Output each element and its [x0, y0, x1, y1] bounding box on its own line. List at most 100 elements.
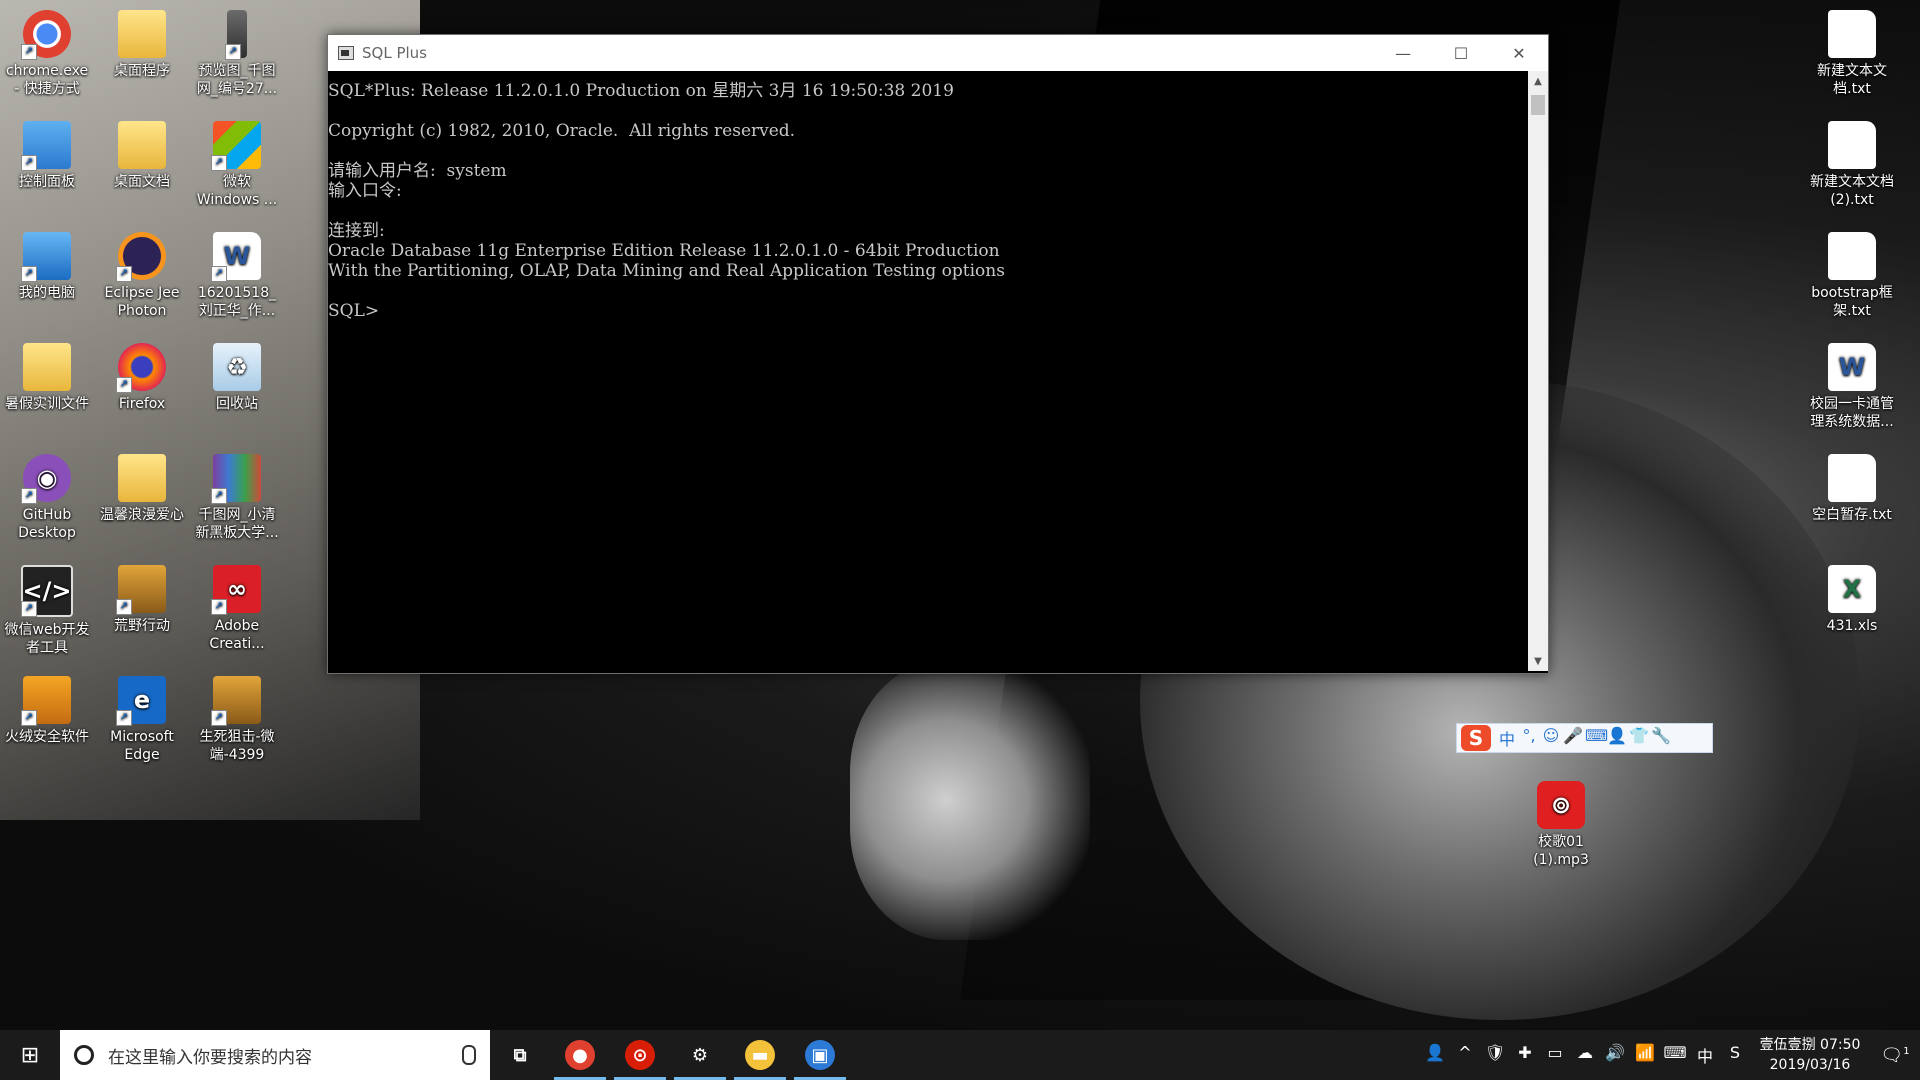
- taskbar-app-task-view[interactable]: ⧉: [490, 1030, 550, 1080]
- scroll-thumb[interactable]: [1531, 95, 1545, 115]
- desktop-icon[interactable]: 新建文本文 档.txt: [1806, 4, 1898, 98]
- clock-date: 2019/03/16: [1769, 1057, 1851, 1073]
- window-titlebar[interactable]: SQL Plus — ☐ ✕: [328, 35, 1548, 71]
- close-button[interactable]: ✕: [1490, 35, 1548, 71]
- desktop-icon[interactable]: ↗ Eclipse Jee Photon: [96, 226, 188, 320]
- desktop-icon[interactable]: ↗ 我的电脑: [1, 226, 93, 302]
- shortcut-arrow-icon: ↗: [21, 488, 37, 504]
- desktop-icon-label: 微信web开发 者工具: [4, 622, 90, 656]
- console-output[interactable]: SQL*Plus: Release 11.2.0.1.0 Production …: [328, 71, 1528, 681]
- console-line: With the Partitioning, OLAP, Data Mining…: [328, 261, 1005, 281]
- desktop-icon-label: 微软 Windows ...: [196, 174, 278, 208]
- desktop-icon[interactable]: ↗ Firefox: [96, 337, 188, 413]
- onedrive-cloud-icon[interactable]: ☁: [1570, 1043, 1600, 1067]
- ime-user-icon[interactable]: 👤: [1607, 726, 1627, 750]
- ime-chinese-mode-icon[interactable]: 中: [1497, 726, 1517, 750]
- desktop-icon[interactable]: bootstrap框 架.txt: [1806, 226, 1898, 320]
- desktop-icon[interactable]: W ↗ 16201518_ 刘正华_作...: [191, 226, 283, 320]
- desktop-icon[interactable]: ∞ ↗ Adobe Creati...: [191, 559, 283, 653]
- battery-icon[interactable]: ▭: [1540, 1043, 1570, 1067]
- scroll-down-arrow-icon[interactable]: ▼: [1528, 651, 1548, 671]
- wifi-icon[interactable]: 📶: [1630, 1043, 1660, 1067]
- touch-keyboard-icon[interactable]: ⌨: [1660, 1043, 1690, 1067]
- folder-icon: [118, 454, 166, 502]
- ime-toolbar[interactable]: S 中 °, ☺ 🎤 ⌨ 👤 👕 🔧: [1456, 723, 1713, 753]
- desktop-icon[interactable]: ⊚ 校歌01 (1).mp3: [1515, 775, 1607, 869]
- windows-icon: ↗: [211, 121, 261, 171]
- taskbar-app-file-explorer[interactable]: ▬: [730, 1030, 790, 1080]
- desktop-icon-label: 火绒安全软件: [5, 729, 89, 745]
- shortcut-arrow-icon: ↗: [211, 155, 227, 171]
- show-hidden-icons-chevron[interactable]: ^: [1450, 1043, 1480, 1067]
- folder-icon: [118, 10, 166, 58]
- eclipse-icon: ↗: [116, 232, 166, 282]
- shortcut-arrow-icon: ↗: [116, 266, 132, 282]
- scroll-up-arrow-icon[interactable]: ▲: [1528, 71, 1548, 91]
- maximize-button[interactable]: ☐: [1432, 35, 1490, 71]
- desktop-icon[interactable]: W 校园一卡通管 理系统数据...: [1806, 337, 1898, 431]
- sqlplus-window[interactable]: SQL Plus — ☐ ✕ SQL*Plus: Release 11.2.0.…: [327, 34, 1549, 674]
- desktop-icon[interactable]: 暑假实训文件: [1, 337, 93, 413]
- desktop-icon[interactable]: X 431.xls: [1806, 559, 1898, 635]
- shortcut-arrow-icon: ↗: [21, 710, 37, 726]
- ime-keyboard-icon[interactable]: ⌨: [1585, 726, 1608, 750]
- microphone-icon[interactable]: [462, 1045, 476, 1065]
- desktop-icon[interactable]: e ↗ Microsoft Edge: [96, 670, 188, 764]
- taskbar-clock[interactable]: 壹伍壹捌 07:50 2019/03/16: [1750, 1035, 1870, 1075]
- clock-time: 壹伍壹捌 07:50: [1759, 1037, 1861, 1053]
- taskbar-app-sqlplus[interactable]: ▣: [790, 1030, 850, 1080]
- text-file-icon: [1828, 121, 1876, 169]
- minimize-button[interactable]: —: [1374, 35, 1432, 71]
- huorong-tray-icon[interactable]: 🛡: [1480, 1043, 1510, 1067]
- action-center-icon[interactable]: 🗨1: [1870, 1045, 1920, 1066]
- ime-language-icon[interactable]: 中: [1690, 1043, 1720, 1067]
- cortana-circle-icon[interactable]: [74, 1045, 94, 1065]
- pinwheel-tray-icon[interactable]: ✚: [1510, 1043, 1540, 1067]
- desktop-icon[interactable]: 桌面程序: [96, 4, 188, 80]
- desktop-icon[interactable]: ↗ 火绒安全软件: [1, 670, 93, 746]
- sogou-logo-icon[interactable]: S: [1461, 725, 1491, 751]
- ime-skin-icon[interactable]: 👕: [1629, 726, 1649, 750]
- desktop-icon[interactable]: </> ↗ 微信web开发 者工具: [1, 559, 93, 657]
- shortcut-arrow-icon: ↗: [116, 377, 132, 393]
- ime-settings-icon[interactable]: 🔧: [1651, 726, 1671, 750]
- windows-start-icon[interactable]: ⊞: [0, 1030, 60, 1080]
- ime-punctuation-icon[interactable]: °,: [1519, 726, 1539, 750]
- desktop-icon[interactable]: ◉ ↗ GitHub Desktop: [1, 448, 93, 542]
- file-explorer-icon: ▬: [745, 1040, 775, 1070]
- game-icon: ↗: [211, 676, 261, 726]
- desktop-icon-label: 桌面文档: [114, 174, 170, 190]
- people-icon[interactable]: 👤: [1420, 1043, 1450, 1067]
- taskbar-apps: ⧉ ● ⊙ ⚙ ▬ ▣: [490, 1030, 850, 1080]
- volume-icon[interactable]: 🔊: [1600, 1043, 1630, 1067]
- vertical-scrollbar[interactable]: ▲ ▼: [1528, 71, 1548, 671]
- taskbar-app-netease-music[interactable]: ⊙: [610, 1030, 670, 1080]
- desktop-icon[interactable]: ↗ 控制面板: [1, 115, 93, 191]
- desktop-icon[interactable]: ↗ 微软 Windows ...: [191, 115, 283, 209]
- desktop-icon[interactable]: 温馨浪漫爱心: [96, 448, 188, 524]
- ime-voice-icon[interactable]: 🎤: [1563, 726, 1583, 750]
- taskbar-app-settings-gear[interactable]: ⚙: [670, 1030, 730, 1080]
- desktop-icon-label: 431.xls: [1826, 618, 1878, 634]
- ime-emoji-icon[interactable]: ☺: [1541, 726, 1561, 750]
- shortcut-arrow-icon: ↗: [225, 44, 241, 60]
- desktop-icon[interactable]: ↗ 预览图_千图 网_编号27...: [191, 4, 283, 98]
- desktop-icon[interactable]: ↗ 荒野行动: [96, 559, 188, 635]
- taskbar-app-chrome[interactable]: ●: [550, 1030, 610, 1080]
- desktop-icon[interactable]: ↗ 生死狙击-微 端-4399: [191, 670, 283, 764]
- desktop-icon-label: bootstrap框 架.txt: [1811, 285, 1893, 319]
- desktop-icon[interactable]: 空白暂存.txt: [1806, 448, 1898, 524]
- desktop-icon[interactable]: ♻ 回收站: [191, 337, 283, 413]
- sqlplus-window-icon: [338, 46, 354, 60]
- desktop-icon-label: chrome.exe - 快捷方式: [5, 63, 89, 97]
- desktop-icon[interactable]: ↗ 千图网_小清 新黑板大学...: [191, 448, 283, 542]
- taskbar-search-box[interactable]: 在这里输入你要搜索的内容: [60, 1030, 490, 1080]
- desktop-icon[interactable]: ↗ chrome.exe - 快捷方式: [1, 4, 93, 98]
- desktop-icon[interactable]: 新建文本文档 (2).txt: [1806, 115, 1898, 209]
- search-input[interactable]: 在这里输入你要搜索的内容: [108, 1043, 462, 1068]
- desktop-icon[interactable]: 桌面文档: [96, 115, 188, 191]
- sogou-tray-icon[interactable]: S: [1720, 1043, 1750, 1067]
